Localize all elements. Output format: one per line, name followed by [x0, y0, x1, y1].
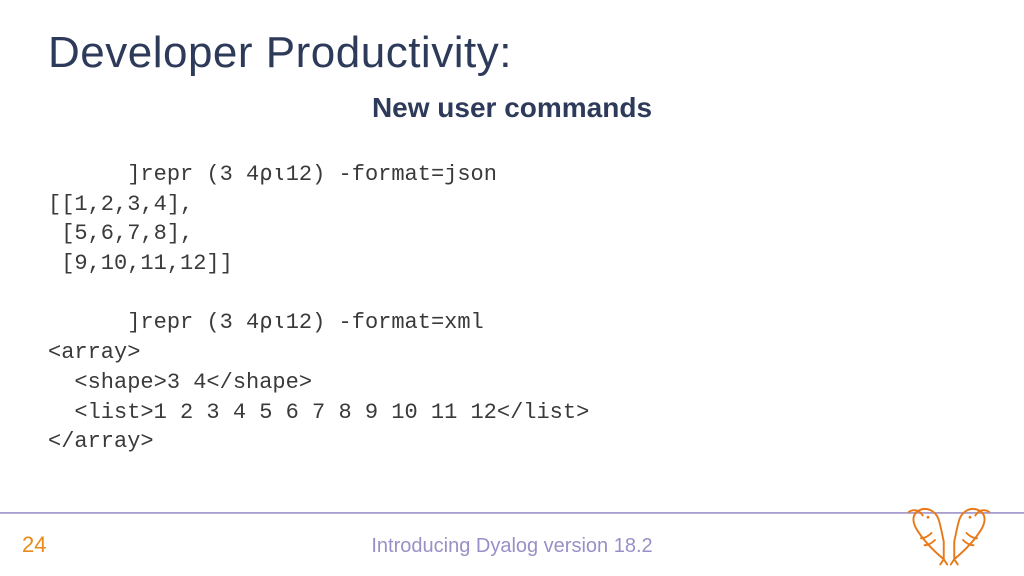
footer-caption: Introducing Dyalog version 18.2: [0, 535, 1024, 558]
code-block: ]repr (3 4⍴⍳12) -format=json [[1,2,3,4],…: [48, 160, 589, 457]
slide-subtitle: New user commands: [0, 92, 1024, 124]
footer-divider: [0, 512, 1024, 514]
slide-title: Developer Productivity:: [48, 28, 512, 78]
slide: Developer Productivity: New user command…: [0, 0, 1024, 576]
dyalog-logo-icon: [894, 498, 1004, 568]
